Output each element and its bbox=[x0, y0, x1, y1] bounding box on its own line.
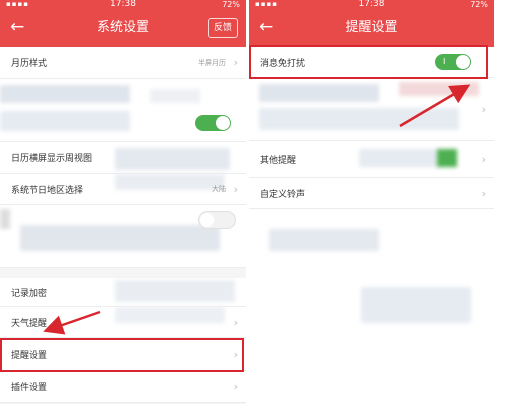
row-label: 月历样式 bbox=[11, 59, 48, 69]
settings-row-holiday-region[interactable]: 系统节日地区选择 大陆 › bbox=[0, 174, 246, 205]
obscured-block bbox=[115, 307, 225, 323]
obscured-block bbox=[0, 209, 10, 229]
highlight-do-not-disturb bbox=[249, 45, 488, 79]
settings-row-other-reminder[interactable]: 其他提醒 › bbox=[249, 141, 494, 178]
highlight-reminder-settings bbox=[0, 338, 244, 372]
obscured-block bbox=[259, 108, 459, 130]
row-label: 日历横屏显示周视图 bbox=[11, 154, 93, 164]
obscured-block bbox=[437, 149, 457, 167]
obscured-block bbox=[115, 280, 235, 302]
title-bar: ← 提醒设置 bbox=[249, 9, 494, 47]
battery-level: 72% bbox=[222, 0, 240, 9]
obscured-block bbox=[399, 82, 479, 96]
row-label: 插件设置 bbox=[11, 383, 48, 393]
chevron-right-icon: › bbox=[481, 102, 486, 116]
settings-row-record-encrypt[interactable]: 记录加密 bbox=[0, 278, 246, 307]
row-value: 半屏月历 bbox=[198, 58, 226, 67]
obscured-block bbox=[269, 229, 379, 251]
settings-row-obscured bbox=[0, 79, 246, 142]
settings-row-cutoff bbox=[0, 404, 246, 420]
settings-row-landscape-week[interactable]: 日历横屏显示周视图 bbox=[0, 142, 246, 174]
row-label: 记录加密 bbox=[11, 288, 48, 299]
obscured-block bbox=[359, 149, 439, 167]
chevron-right-icon: › bbox=[233, 380, 238, 393]
chevron-right-icon: › bbox=[481, 186, 486, 200]
feedback-button[interactable]: 反馈 bbox=[207, 18, 238, 38]
settings-row-weather-reminder[interactable]: 天气提醒 › bbox=[0, 307, 246, 338]
row-value: 大陆 bbox=[212, 185, 226, 193]
status-time: 17:38 bbox=[110, 0, 136, 9]
signal-icon: ▪▪▪▪ bbox=[6, 0, 29, 8]
obscured-block bbox=[361, 287, 471, 323]
row-label: 天气提醒 bbox=[11, 318, 48, 329]
obscured-block bbox=[20, 225, 220, 251]
obscured-block bbox=[259, 84, 379, 102]
chevron-right-icon: › bbox=[233, 182, 238, 196]
settings-obscured-area bbox=[249, 209, 494, 420]
settings-row-obscured bbox=[0, 205, 246, 268]
row-label: 其他提醒 bbox=[260, 155, 297, 166]
obscured-block bbox=[150, 89, 200, 103]
obscured-block bbox=[0, 85, 130, 103]
page-title: 提醒设置 bbox=[345, 20, 398, 35]
chevron-right-icon: › bbox=[481, 152, 486, 166]
obscured-block bbox=[115, 174, 225, 190]
row-label: 系统节日地区选择 bbox=[11, 185, 84, 196]
row-label: 自定义铃声 bbox=[260, 189, 306, 200]
settings-row-custom-ringtone[interactable]: 自定义铃声 › bbox=[249, 178, 494, 209]
obscured-block bbox=[115, 148, 230, 170]
chevron-right-icon: › bbox=[233, 56, 238, 69]
signal-icon: ▪▪▪▪ bbox=[255, 0, 278, 8]
toggle-switch[interactable] bbox=[198, 211, 236, 229]
status-time: 17:38 bbox=[358, 0, 385, 9]
status-bar: ▪▪▪▪ 17:38 72% bbox=[0, 0, 246, 9]
status-bar: ▪▪▪▪ 17:38 72% bbox=[249, 0, 494, 9]
battery-level: 72% bbox=[470, 0, 488, 9]
obscured-block bbox=[0, 111, 130, 131]
settings-row-plugin-settings[interactable]: 插件设置 › bbox=[0, 371, 246, 403]
settings-row-calendar-style[interactable]: 月历样式 半屏月历 › bbox=[0, 47, 246, 79]
settings-row-obscured: › bbox=[249, 78, 494, 141]
chevron-right-icon: › bbox=[233, 315, 238, 329]
toggle-switch[interactable] bbox=[195, 115, 231, 131]
title-bar: ← 系统设置 反馈 bbox=[0, 9, 246, 47]
